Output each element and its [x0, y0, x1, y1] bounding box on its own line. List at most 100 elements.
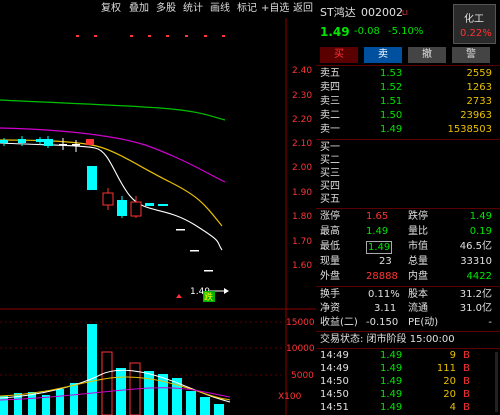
order-volume: 1263 — [466, 82, 492, 93]
stat-label: 收益(二) — [320, 317, 358, 328]
tick-row: 14:50 1.49 20 B — [316, 375, 500, 389]
order-volume: 2733 — [466, 96, 492, 107]
price-tick-label: 2.00 — [292, 163, 312, 173]
tick-volume: 4 — [449, 402, 456, 413]
buy-button[interactable]: 买 — [320, 47, 358, 63]
candle — [190, 250, 199, 252]
industry-label: 化工 — [464, 14, 484, 25]
order-price: 1.51 — [380, 96, 403, 107]
candle — [87, 166, 97, 190]
stock-code: 002002 — [361, 6, 403, 19]
ma60-line — [0, 99, 226, 121]
stat-float: 31.0亿 — [459, 303, 492, 314]
kline-chart[interactable]: 2.40 2.30 2.20 2.10 2.00 1.90 1.80 1.70 … — [0, 18, 316, 415]
order-label: 买四 — [320, 181, 340, 192]
tick-time: 14:50 — [320, 376, 349, 387]
volume-bar — [116, 368, 126, 415]
stat-outer: 28888 — [366, 271, 398, 282]
tick-time: 14:51 — [320, 402, 349, 413]
candle — [44, 139, 53, 146]
order-row-buy1[interactable]: 买一 — [316, 141, 500, 155]
tick-time: 14:49 — [320, 350, 349, 361]
quote-panel: ST鸿达 002002 LI 化工 0.22% 1.49 -0.08 -5.10… — [316, 0, 500, 415]
volume-bar — [70, 383, 78, 415]
order-row-sell3[interactable]: 卖三 1.51 2733 — [316, 95, 500, 109]
arrow-right-icon — [224, 288, 229, 294]
tick-side: B — [463, 363, 470, 374]
volume-unit-label: X100 — [278, 392, 302, 402]
toolbar-mark-button[interactable]: 标记 — [237, 3, 257, 15]
stat-turnover: 0.11% — [368, 289, 400, 300]
stat-high: 1.49 — [366, 226, 389, 237]
order-label: 买五 — [320, 194, 340, 205]
toolbar-drawline-button[interactable]: 画线 — [210, 3, 230, 15]
price-tick-label: 1.70 — [292, 237, 312, 247]
stat-total-volume: 33310 — [460, 256, 492, 267]
candle — [130, 201, 142, 217]
tick-price: 1.49 — [380, 350, 403, 361]
tick-scrollbar[interactable] — [495, 352, 498, 412]
stat-label: 现量 — [320, 256, 340, 267]
volume-bar — [42, 395, 50, 415]
candle — [204, 270, 213, 272]
candle — [59, 144, 67, 146]
tick-price: 1.49 — [380, 402, 403, 413]
toolbar-stats-button[interactable]: 统计 — [183, 3, 203, 15]
alert-button[interactable]: 警 — [452, 47, 490, 63]
order-row-buy2[interactable]: 买二 — [316, 154, 500, 168]
stat-label: 最高 — [320, 226, 340, 237]
volume-bar — [101, 351, 113, 415]
tick-time: 14:49 — [320, 363, 349, 374]
price-change: -0.08 — [354, 26, 380, 37]
order-row-sell2[interactable]: 卖二 1.50 23963 — [316, 109, 500, 123]
order-row-sell1[interactable]: 卖一 1.49 1538503 — [316, 123, 500, 137]
tick-price: 1.49 — [380, 363, 403, 374]
toolbar-add-watchlist-button[interactable]: +自选 — [261, 3, 289, 15]
order-volume: 1538503 — [447, 124, 492, 135]
divider — [316, 139, 500, 140]
tick-price: 1.49 — [380, 376, 403, 387]
stat-label: 量比 — [408, 226, 428, 237]
sell-button[interactable]: 卖 — [364, 47, 402, 63]
stock-tag: LI — [402, 9, 408, 17]
cancel-button[interactable]: 撤 — [408, 47, 446, 63]
toolbar-back-button[interactable]: 返回 — [293, 3, 313, 15]
order-row-sell4[interactable]: 卖四 1.52 1263 — [316, 81, 500, 95]
order-label: 卖四 — [320, 82, 340, 93]
stat-pe: - — [488, 317, 492, 328]
price-tick-label: 2.30 — [292, 91, 312, 101]
candle — [0, 140, 8, 143]
top-markers — [76, 35, 225, 37]
volume-tick-label: 15000 — [286, 318, 315, 328]
order-price: 1.49 — [380, 124, 403, 135]
toolbar-overlay-button[interactable]: 叠加 — [129, 3, 149, 15]
price-tick-label: 2.40 — [292, 66, 312, 76]
volume-tick-label: 10000 — [286, 344, 315, 354]
ma10-line — [0, 139, 223, 227]
tick-side: B — [463, 402, 470, 413]
order-row-sell5[interactable]: 卖五 1.53 2559 — [316, 67, 500, 81]
divider — [316, 286, 500, 287]
order-row-buy4[interactable]: 买四 — [316, 180, 500, 194]
tick-row: 14:51 1.49 4 B — [316, 401, 500, 415]
tick-row: 14:49 1.49 9 B — [316, 349, 500, 363]
candle — [158, 204, 168, 206]
price-tick-label: 2.10 — [292, 139, 312, 149]
order-price: 1.50 — [380, 110, 403, 121]
price-line: 1.49 -0.08 -5.10% — [316, 25, 500, 41]
order-row-buy3[interactable]: 买三 — [316, 167, 500, 181]
stat-label: 最低 — [320, 241, 340, 252]
volume-bar — [186, 391, 196, 415]
toolbar-multistock-button[interactable]: 多股 — [156, 3, 176, 15]
toolbar-fuquan-button[interactable]: 复权 — [101, 3, 121, 15]
tick-row: 14:49 1.49 111 B — [316, 362, 500, 376]
volume-bar — [56, 389, 64, 415]
stat-label: 跌停 — [408, 211, 428, 222]
tick-volume: 20 — [443, 389, 456, 400]
order-label: 卖二 — [320, 110, 340, 121]
trade-status-text: 交易状态: 闭市阶段 15:00:00 — [320, 334, 455, 345]
trade-status: 交易状态: 闭市阶段 15:00:00 — [316, 333, 500, 347]
order-row-buy5[interactable]: 买五 — [316, 193, 500, 207]
price-change-pct: -5.10% — [388, 26, 424, 37]
candle — [18, 139, 26, 143]
